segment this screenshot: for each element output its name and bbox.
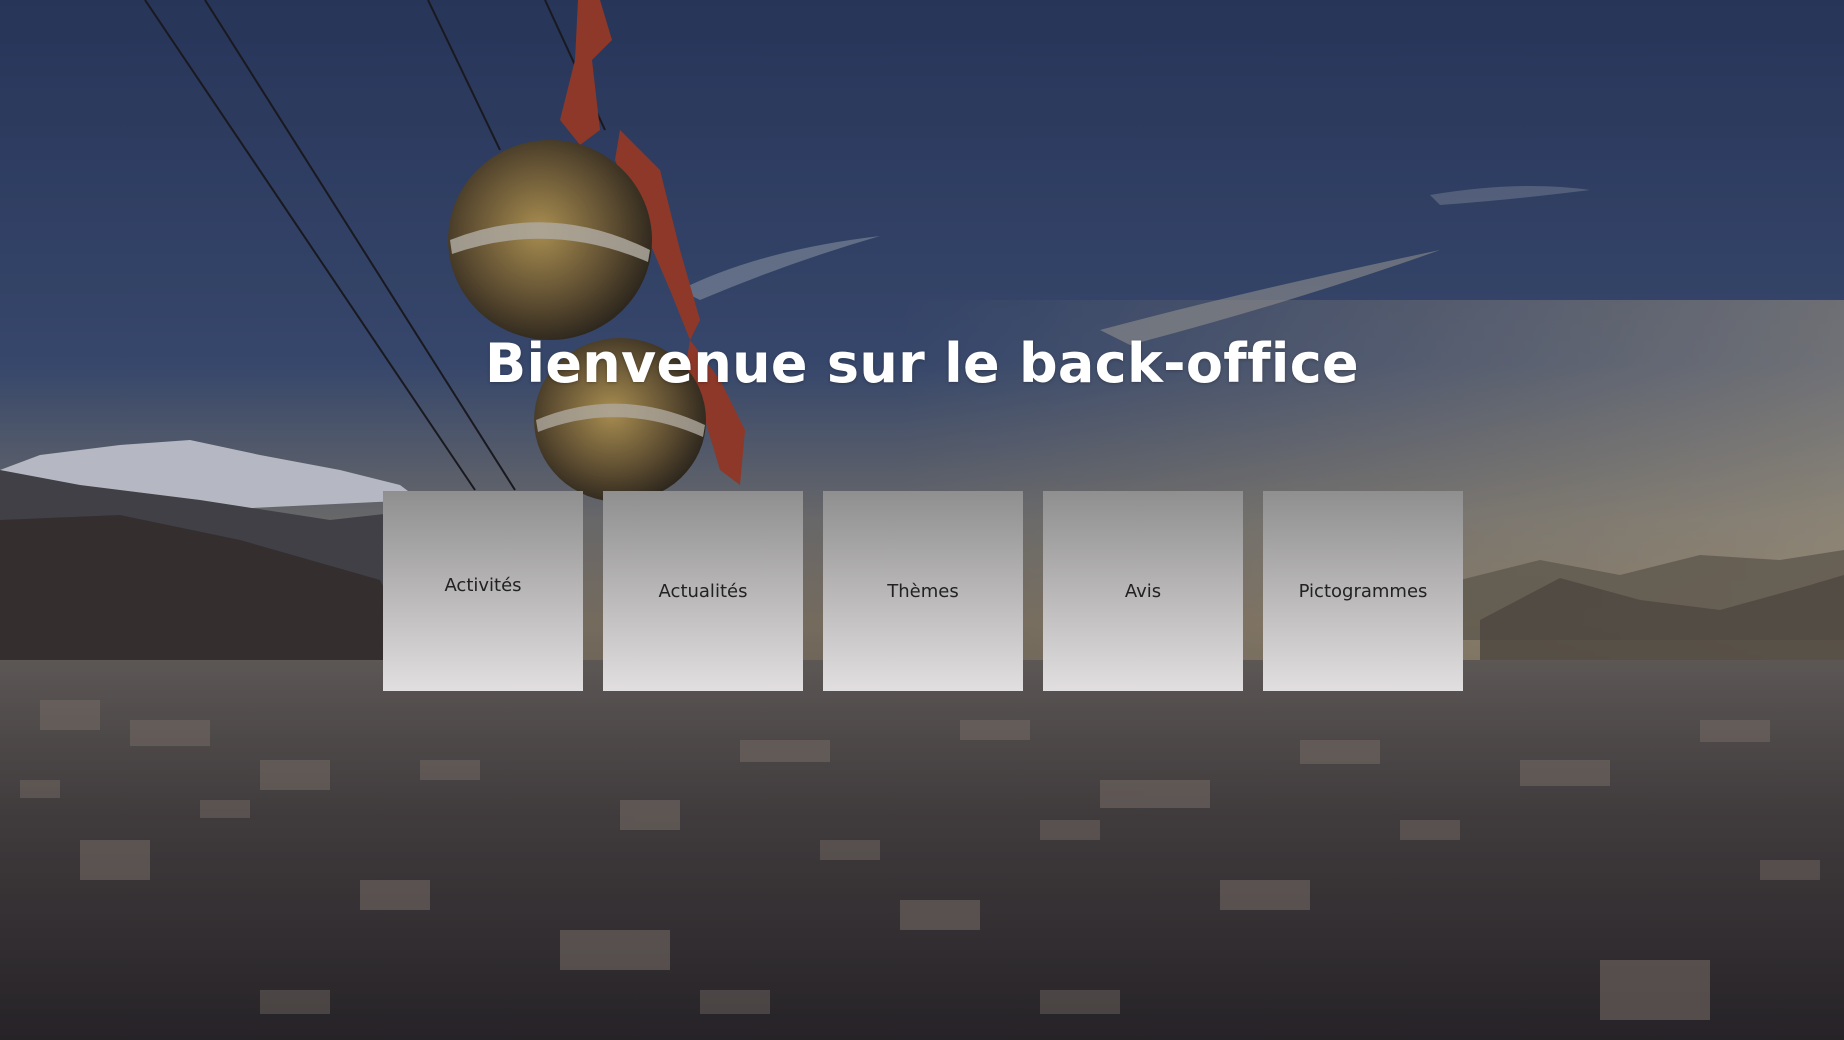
tile-label-actualites: Actualités [658, 580, 748, 602]
tile-label-avis: Avis [1124, 580, 1162, 602]
tile-pictogrammes[interactable]: Pictogrammes [1263, 491, 1463, 691]
tile-actualites[interactable]: Actualités [603, 491, 803, 691]
tile-activites[interactable]: Activités [383, 491, 583, 691]
backoffice-home: Bienvenue sur le back-office Activités A… [0, 0, 1844, 1040]
page-title: Bienvenue sur le back-office [485, 332, 1359, 395]
tile-avis[interactable]: Avis [1043, 491, 1243, 691]
section-tiles: Activités Actualités Thèmes Avis Pictogr… [383, 491, 1463, 691]
tile-themes[interactable]: Thèmes [823, 491, 1023, 691]
tile-label-activites: Activités [444, 574, 522, 596]
tile-label-pictogrammes: Pictogrammes [1298, 580, 1428, 602]
tile-label-themes: Thèmes [887, 580, 959, 602]
